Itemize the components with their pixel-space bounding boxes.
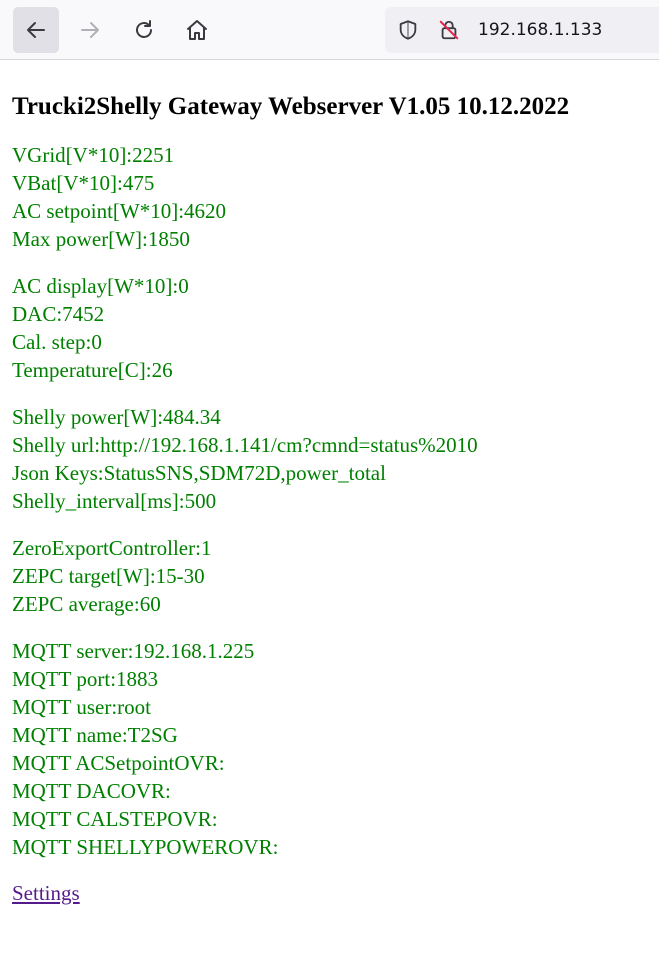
value-line: MQTT name:T2SG: [12, 723, 178, 747]
status-group-mqtt: MQTT server:192.168.1.225 MQTT port:1883…: [12, 637, 652, 861]
back-button[interactable]: [13, 7, 59, 53]
value-line: ZeroExportController:1: [12, 536, 212, 560]
value-line: Temperature[C]:26: [12, 358, 173, 382]
value-line: ZEPC target[W]:15-30: [12, 564, 205, 588]
arrow-left-icon: [27, 22, 45, 38]
value-line: MQTT CALSTEPOVR:: [12, 807, 218, 831]
value-line: AC display[W*10]:0: [12, 274, 189, 298]
value-line: VBat[V*10]:475: [12, 171, 155, 195]
settings-link[interactable]: Settings: [12, 879, 80, 907]
value-line: MQTT server:192.168.1.225: [12, 639, 255, 663]
reload-button[interactable]: [121, 7, 167, 53]
page-content: Trucki2Shelly Gateway Webserver V1.05 10…: [12, 60, 652, 907]
value-line: MQTT SHELLYPOWEROVR:: [12, 835, 279, 859]
value-line: Shelly url:http://192.168.1.141/cm?cmnd=…: [12, 433, 478, 457]
browser-toolbar: 192.168.1.133: [0, 0, 659, 60]
value-line: MQTT port:1883: [12, 667, 159, 691]
value-line: Max power[W]:1850: [12, 227, 190, 251]
status-group-zepc: ZeroExportController:1 ZEPC target[W]:15…: [12, 534, 652, 618]
value-line: Shelly power[W]:484.34: [12, 405, 221, 429]
value-line: MQTT user:root: [12, 695, 152, 719]
status-group-voltage: VGrid[V*10]:2251 VBat[V*10]:475 AC setpo…: [12, 141, 652, 253]
value-line: MQTT ACSetpointOVR:: [12, 751, 225, 775]
arrow-right-icon: [81, 22, 99, 38]
url-text[interactable]: 192.168.1.133: [478, 20, 602, 40]
status-group-display: AC display[W*10]:0 DAC:7452 Cal. step:0 …: [12, 272, 652, 384]
value-line: ZEPC average:60: [12, 592, 161, 616]
address-bar[interactable]: 192.168.1.133: [385, 7, 659, 53]
reload-icon: [136, 20, 152, 38]
value-line: MQTT DACOVR:: [12, 779, 171, 803]
value-line: Cal. step:0: [12, 330, 102, 354]
value-line: VGrid[V*10]:2251: [12, 143, 175, 167]
shield-icon[interactable]: [396, 18, 420, 42]
home-button[interactable]: [174, 7, 220, 53]
value-line: AC setpoint[W*10]:4620: [12, 199, 227, 223]
value-line: Json Keys:StatusSNS,SDM72D,power_total: [12, 461, 386, 485]
insecure-lock-icon[interactable]: [437, 18, 461, 42]
status-group-shelly: Shelly power[W]:484.34 Shelly url:http:/…: [12, 403, 652, 515]
page-title: Trucki2Shelly Gateway Webserver V1.05 10…: [12, 93, 570, 120]
home-icon: [187, 20, 207, 40]
value-line: Shelly_interval[ms]:500: [12, 489, 217, 513]
forward-button[interactable]: [67, 7, 113, 53]
value-line: DAC:7452: [12, 302, 105, 326]
